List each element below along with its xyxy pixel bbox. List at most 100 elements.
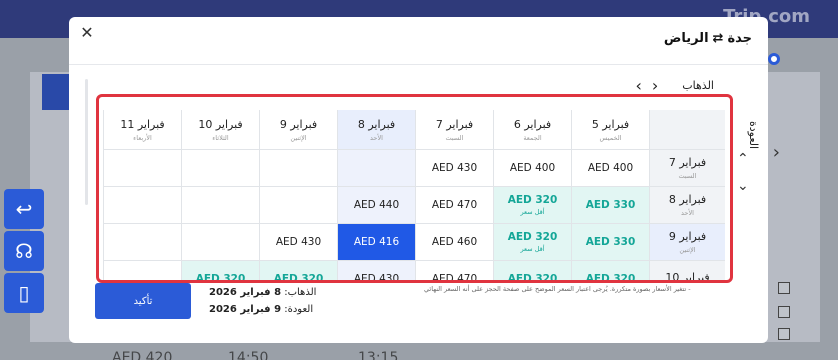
price-cell[interactable]: AED 330 xyxy=(571,224,649,260)
price-value: AED 320 xyxy=(507,194,558,206)
header-date: 10 فبراير xyxy=(198,117,243,131)
empty-cell xyxy=(103,150,181,186)
filter-checkbox[interactable] xyxy=(778,282,790,294)
empty-cell xyxy=(103,224,181,260)
grid-row: AED 430 AED 400 AED 400 7 فبراير السبت xyxy=(103,150,725,187)
confirm-button[interactable]: تأكيد xyxy=(95,283,191,319)
row-date: 7 فبراير xyxy=(668,156,707,169)
price-cell[interactable]: AED 440 xyxy=(337,187,415,223)
filter-checkbox[interactable] xyxy=(778,306,790,318)
price-value: AED 330 xyxy=(585,199,636,211)
row-date: 9 فبراير xyxy=(668,230,707,243)
scrollbar[interactable] xyxy=(85,79,88,205)
price-value: AED 320 xyxy=(195,273,246,283)
departure-label: الذهاب xyxy=(682,79,714,92)
price-value: AED 430 xyxy=(431,162,478,174)
lowest-price-tag: أقل سعر xyxy=(520,245,545,253)
price-note: - تتغير الأسعار بصورة متكررة. يُرجى اعتب… xyxy=(424,285,691,293)
price-cell[interactable]: AED 400 xyxy=(493,150,571,186)
price-cell[interactable]: AED 430 xyxy=(337,261,415,283)
header-weekday: السبت xyxy=(445,133,464,142)
support-headset-icon[interactable]: ☊ xyxy=(4,231,44,271)
empty-cell xyxy=(259,150,337,186)
price-cell[interactable]: AED 430 xyxy=(259,224,337,260)
header-weekday: الأحد xyxy=(370,133,383,142)
departure-summary-label: الذهاب: xyxy=(284,287,317,298)
price-value: AED 430 xyxy=(275,236,322,248)
grid-row: AED 320 AED 320 AED 430 AED 470 AED 320 AED 3… xyxy=(103,261,725,283)
price-value: AED 320 xyxy=(507,273,558,283)
route-to: الرياض xyxy=(663,31,709,46)
price-value: AED 330 xyxy=(585,236,636,248)
header-date: 8 فبراير xyxy=(357,117,396,131)
chevron-up-icon[interactable]: ⌃ xyxy=(737,151,749,167)
chevron-down-icon[interactable]: ⌄ xyxy=(737,178,749,194)
price-cell[interactable]: AED 320 xyxy=(571,261,649,283)
header-weekday: الأربعاء xyxy=(133,133,152,142)
price-cell[interactable]: AED 430 xyxy=(415,150,493,186)
price-cell[interactable]: AED 320 xyxy=(181,261,259,283)
header-weekday: الإثنين xyxy=(290,133,307,142)
return-summary-label: العودة: xyxy=(284,304,314,315)
header-weekday: الثلاثاء xyxy=(212,133,229,142)
row-weekday: السبت xyxy=(678,172,697,180)
price-value: AED 430 xyxy=(353,273,400,283)
price-cell[interactable]: AED 416 xyxy=(337,224,415,260)
row-weekday: الإثنين xyxy=(679,246,696,254)
filter-checkbox[interactable] xyxy=(778,328,790,340)
modal-header: ✕ جدة ⇄ الرياض xyxy=(69,17,768,65)
departure-summary: الذهاب: 8 فبراير 2026 xyxy=(209,287,316,298)
price-value: AED 470 xyxy=(431,199,478,211)
departure-date-header: 9 فبراير الإثنين xyxy=(259,110,337,149)
price-value: AED 400 xyxy=(509,162,556,174)
flight-time-bg: 13:15 xyxy=(358,350,399,360)
departure-summary-value: 8 فبراير 2026 xyxy=(209,287,282,298)
return-date-header: 8 فبراير الأحد xyxy=(649,187,725,223)
price-cell[interactable]: AED 320 xyxy=(493,261,571,283)
price-value: AED 470 xyxy=(431,273,478,283)
price-value: AED 460 xyxy=(431,236,478,248)
grid-header-row: 11 فبراير الأربعاء 10 فبراير الثلاثاء 9 فبرا… xyxy=(103,110,725,150)
price-grid: 11 فبراير الأربعاء 10 فبراير الثلاثاء 9 فبرا… xyxy=(103,110,725,283)
flight-time-bg: 14:50 xyxy=(228,350,269,360)
price-calendar-modal: ✕ جدة ⇄ الرياض ‹ › الذهاب العودة ⌃ ⌄ 11 … xyxy=(69,17,768,343)
price-grid-highlight: 11 فبراير الأربعاء 10 فبراير الثلاثاء 9 فبرا… xyxy=(96,94,733,283)
header-date: 11 فبراير xyxy=(120,117,165,131)
price-value: AED 440 xyxy=(353,199,400,211)
next-week-icon[interactable]: › xyxy=(652,77,658,93)
empty-cell xyxy=(181,150,259,186)
swap-arrows-icon: ⇄ xyxy=(712,31,724,46)
price-cell[interactable]: AED 400 xyxy=(571,150,649,186)
empty-cell xyxy=(337,150,415,186)
departure-nav: ‹ › الذهاب xyxy=(635,77,714,93)
price-value: AED 400 xyxy=(587,162,634,174)
price-cell[interactable]: AED 470 xyxy=(415,187,493,223)
empty-cell xyxy=(103,187,181,223)
header-weekday: الخميس xyxy=(599,133,622,142)
price-cell[interactable]: AED 460 xyxy=(415,224,493,260)
back-icon[interactable]: ↩ xyxy=(4,189,44,229)
header-date: 6 فبراير xyxy=(513,117,552,131)
empty-cell xyxy=(103,261,181,280)
price-value: AED 320 xyxy=(507,231,558,243)
price-cell[interactable]: AED 320 أقل سعر xyxy=(493,187,571,223)
return-date-header: 10 فبراير xyxy=(649,261,725,283)
row-date: 10 فبراير xyxy=(665,271,710,283)
close-icon[interactable]: ✕ xyxy=(79,25,95,41)
header-date: 5 فبراير xyxy=(591,117,630,131)
row-weekday: الأحد xyxy=(681,209,694,217)
price-cell[interactable]: AED 320 xyxy=(259,261,337,283)
empty-cell xyxy=(181,187,259,223)
price-cell[interactable]: AED 320 أقل سعر xyxy=(493,224,571,260)
empty-cell xyxy=(259,187,337,223)
route-title: جدة ⇄ الرياض xyxy=(664,31,752,46)
departure-date-header: 7 فبراير السبت xyxy=(415,110,493,149)
price-value: AED 320 xyxy=(273,273,324,283)
prev-week-icon[interactable]: ‹ xyxy=(635,77,641,93)
price-cell[interactable]: AED 330 xyxy=(571,187,649,223)
departure-date-header: 10 فبراير الثلاثاء xyxy=(181,110,259,149)
flight-price-bg: AED 420 xyxy=(112,350,173,360)
mobile-app-icon[interactable]: ▯ xyxy=(4,273,44,313)
price-value: AED 320 xyxy=(585,273,636,283)
price-cell[interactable]: AED 470 xyxy=(415,261,493,283)
